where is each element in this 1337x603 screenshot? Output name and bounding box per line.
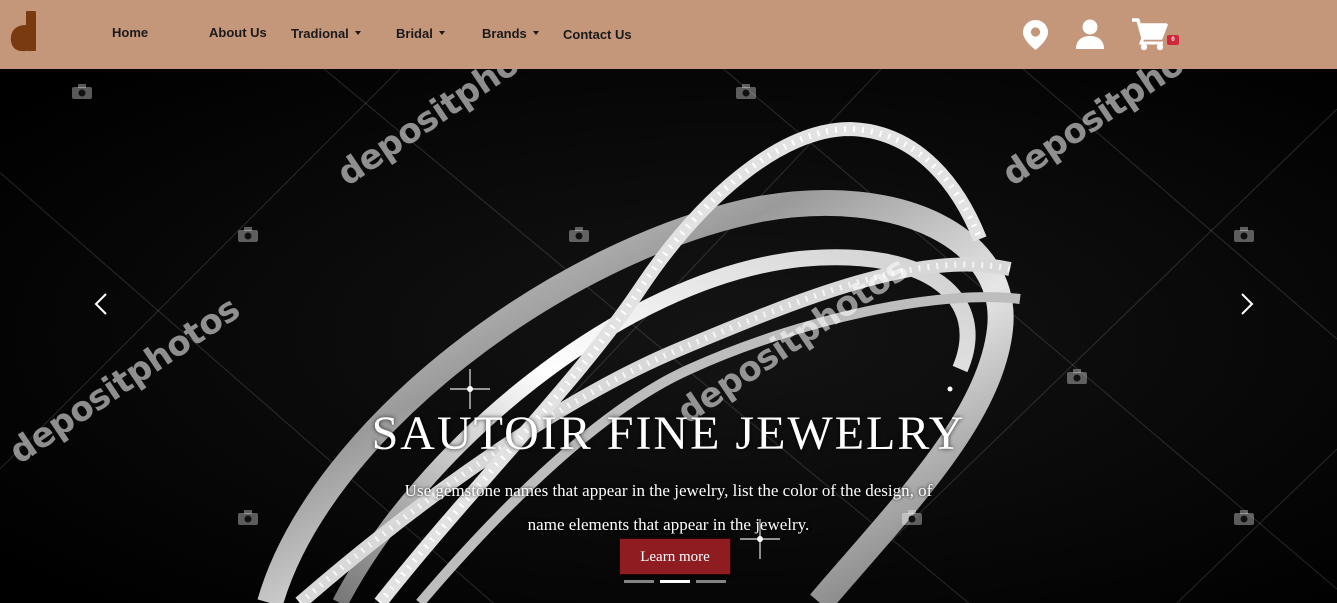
cart-count-badge: 0 — [1167, 35, 1179, 45]
camera-watermark-icon — [1234, 227, 1254, 242]
navbar: Home About Us Tradional Bridal Brands Co… — [0, 0, 1337, 69]
learn-more-button[interactable]: Learn more — [619, 538, 731, 575]
carousel-indicator-3[interactable] — [696, 580, 726, 583]
camera-watermark-icon — [1067, 369, 1087, 384]
nav-brands-label: Brands — [482, 26, 527, 41]
camera-watermark-icon — [72, 84, 92, 99]
nav-bridal-dropdown[interactable]: Bridal — [396, 26, 445, 41]
nav-contact-us[interactable]: Contact Us — [563, 27, 632, 42]
hero-description-line: Use gemstone names that appear in the je… — [404, 481, 933, 500]
carousel-next-chevron-icon[interactable] — [1236, 291, 1258, 317]
user-account-icon[interactable] — [1076, 19, 1104, 49]
nav-home[interactable]: Home — [112, 25, 148, 40]
location-pin-icon[interactable] — [1023, 20, 1048, 50]
caret-down-icon — [354, 31, 361, 35]
caret-down-icon — [532, 31, 539, 35]
brand-logo[interactable] — [10, 11, 40, 53]
nav-about-us[interactable]: About Us — [209, 25, 267, 40]
carousel-indicator-1[interactable] — [624, 580, 654, 583]
hero-description-line: name elements that appear in the jewelry… — [527, 515, 810, 534]
nav-tradional-dropdown[interactable]: Tradional — [291, 26, 361, 41]
hero-description: Use gemstone names that appear in the je… — [0, 474, 1337, 542]
camera-watermark-icon — [569, 227, 589, 242]
nav-bridal-label: Bridal — [396, 26, 433, 41]
carousel-indicator-2[interactable] — [660, 580, 690, 583]
nav-brands-dropdown[interactable]: Brands — [482, 26, 539, 41]
caret-down-icon — [438, 31, 445, 35]
carousel-prev-chevron-icon[interactable] — [90, 291, 112, 317]
hero-carousel: depositphotos depositphotos depositphoto… — [0, 69, 1337, 603]
nav-tradional-label: Tradional — [291, 26, 349, 41]
hero-title: SAUTOIR FINE JEWELRY — [371, 407, 966, 460]
camera-watermark-icon — [736, 84, 756, 99]
shopping-cart-icon[interactable] — [1132, 18, 1168, 51]
camera-watermark-icon — [238, 227, 258, 242]
